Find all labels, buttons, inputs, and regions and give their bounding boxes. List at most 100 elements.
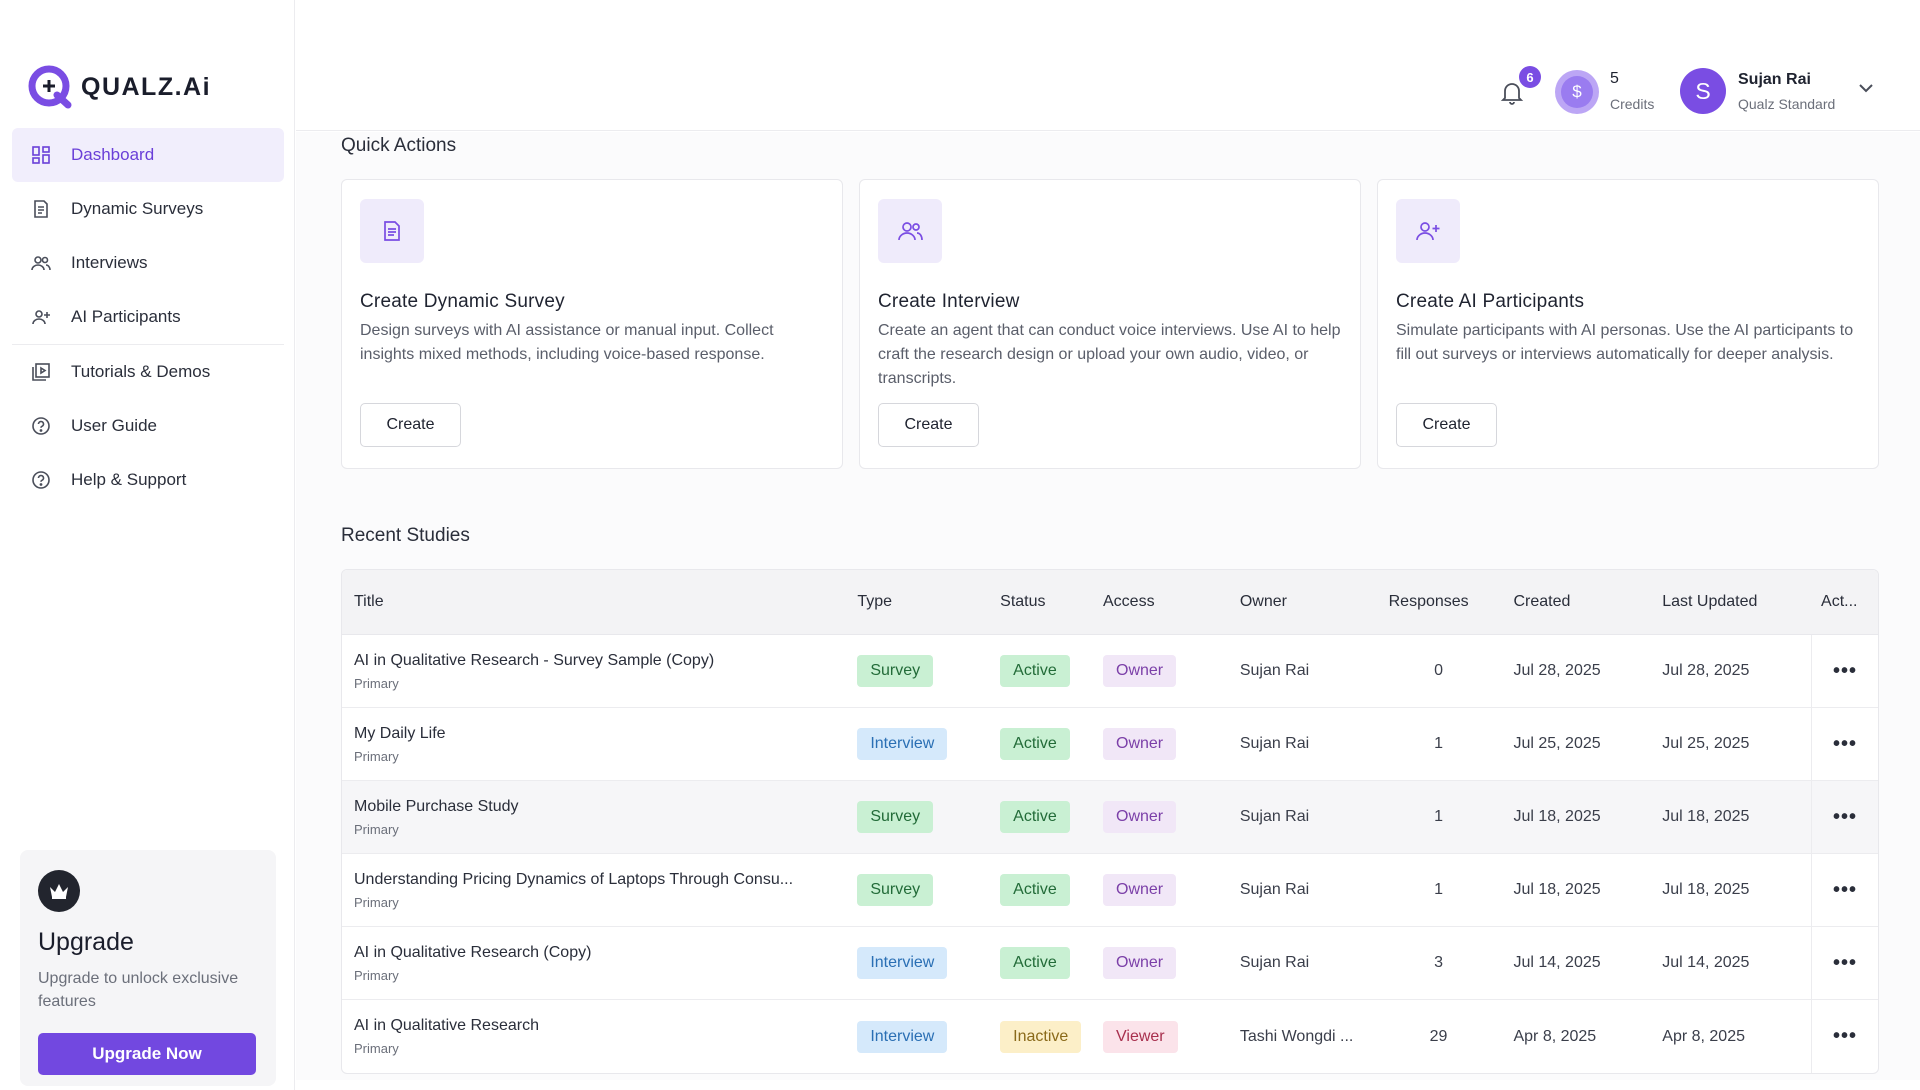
main-content: Quick Actions Create Dynamic Survey Desi… [296,132,1920,1080]
create-interview-button[interactable]: Create [878,403,979,447]
table-row[interactable]: AI in Qualitative Research (Copy)Primary… [342,927,1878,1000]
responses-count: 29 [1389,1028,1514,1046]
sidebar-item-label: Tutorials & Demos [71,362,210,382]
card-title: Create AI Participants [1396,291,1860,313]
brand-name: QUALZ.Ai [81,73,211,102]
sidebar-item-label: AI Participants [71,307,181,327]
access-badge: Owner [1103,655,1176,687]
study-title[interactable]: Understanding Pricing Dynamics of Laptop… [354,871,857,889]
more-actions-icon[interactable]: ••• [1833,660,1857,683]
status-badge: Active [1000,655,1070,687]
created-date: Apr 8, 2025 [1513,1028,1662,1046]
study-subtitle: Primary [354,676,857,691]
access-badge: Owner [1103,801,1176,833]
study-subtitle: Primary [354,822,857,837]
table-header: Title Type Status Access Owner Responses… [342,570,1878,635]
column-header-created[interactable]: Created [1513,593,1662,611]
quick-actions-title: Quick Actions [341,135,456,157]
sidebar-item-dynamic-surveys[interactable]: Dynamic Surveys [12,182,284,236]
sidebar-nav: Dashboard Dynamic Surveys Interviews AI … [12,128,284,507]
create-ai-participants-button[interactable]: Create [1396,403,1497,447]
table-row[interactable]: Mobile Purchase StudyPrimary Survey Acti… [342,781,1878,854]
access-badge: Viewer [1103,1021,1178,1053]
column-header-type[interactable]: Type [857,593,1000,611]
access-badge: Owner [1103,874,1176,906]
column-header-access[interactable]: Access [1103,593,1240,611]
type-badge: Interview [857,947,947,979]
type-badge: Interview [857,1021,947,1053]
more-actions-icon[interactable]: ••• [1833,952,1857,975]
sidebar: QUALZ.Ai Dashboard Dynamic Surveys Inter… [0,0,295,1090]
column-header-last-updated[interactable]: Last Updated [1662,593,1811,611]
video-library-icon [30,361,52,383]
study-subtitle: Primary [354,895,857,910]
quick-action-card-ai-participants: Create AI Participants Simulate particip… [1377,179,1879,469]
column-header-responses[interactable]: Responses [1389,593,1514,611]
card-description: Design surveys with AI assistance or man… [360,319,824,391]
card-title: Create Interview [878,291,1342,313]
updated-date: Jul 14, 2025 [1662,954,1811,972]
more-actions-icon[interactable]: ••• [1833,879,1857,902]
credits-value: 5 [1610,70,1619,88]
created-date: Jul 25, 2025 [1513,735,1662,753]
owner-name: Sujan Rai [1240,808,1389,826]
responses-count: 0 [1389,662,1514,680]
study-title[interactable]: AI in Qualitative Research (Copy) [354,944,857,962]
table-row[interactable]: My Daily LifePrimary Interview Active Ow… [342,708,1878,781]
document-icon [30,198,52,220]
sidebar-item-help-support[interactable]: Help & Support [12,453,284,507]
owner-name: Sujan Rai [1240,881,1389,899]
quick-action-card-survey: Create Dynamic Survey Design surveys wit… [341,179,843,469]
sidebar-item-label: Dashboard [71,145,154,165]
column-header-title[interactable]: Title [342,593,857,611]
table-row[interactable]: Understanding Pricing Dynamics of Laptop… [342,854,1878,927]
more-actions-icon[interactable]: ••• [1833,806,1857,829]
created-date: Jul 14, 2025 [1513,954,1662,972]
bell-icon[interactable] [1500,80,1524,111]
column-header-status[interactable]: Status [1000,593,1103,611]
sidebar-item-tutorials[interactable]: Tutorials & Demos [12,345,284,399]
study-title[interactable]: Mobile Purchase Study [354,798,857,816]
column-header-actions: Act... [1811,570,1878,634]
upgrade-title: Upgrade [38,928,258,957]
sidebar-item-user-guide[interactable]: User Guide [12,399,284,453]
help-circle-icon [30,469,52,491]
more-actions-icon[interactable]: ••• [1833,1025,1857,1048]
type-badge: Survey [857,874,933,906]
table-row[interactable]: AI in Qualitative Research Primary Interv… [342,1000,1878,1073]
status-badge: Active [1000,728,1070,760]
avatar[interactable]: S [1680,68,1726,114]
type-badge: Interview [857,728,947,760]
credits-coin-icon[interactable]: $ [1555,70,1599,114]
more-actions-icon[interactable]: ••• [1833,733,1857,756]
chevron-down-icon[interactable] [1858,80,1874,98]
upgrade-text: Upgrade to unlock exclusive features [38,967,258,1013]
access-badge: Owner [1103,947,1176,979]
owner-name: Sujan Rai [1240,662,1389,680]
sidebar-item-dashboard[interactable]: Dashboard [12,128,284,182]
notification-badge: 6 [1519,66,1541,88]
brand-logo[interactable]: QUALZ.Ai [27,64,211,110]
study-subtitle: Primary [354,1041,857,1056]
sidebar-item-label: User Guide [71,416,157,436]
type-badge: Survey [857,655,933,687]
recent-studies-table: Title Type Status Access Owner Responses… [341,569,1879,1074]
updated-date: Apr 8, 2025 [1662,1028,1811,1046]
updated-date: Jul 18, 2025 [1662,808,1811,826]
table-row[interactable]: AI in Qualitative Research - Survey Samp… [342,635,1878,708]
status-badge: Active [1000,874,1070,906]
dashboard-icon [30,144,52,166]
sidebar-item-interviews[interactable]: Interviews [12,236,284,290]
study-title[interactable]: AI in Qualitative Research [354,1017,857,1035]
create-survey-button[interactable]: Create [360,403,461,447]
upgrade-card: Upgrade Upgrade to unlock exclusive feat… [20,850,276,1086]
study-title[interactable]: My Daily Life [354,725,857,743]
column-header-owner[interactable]: Owner [1240,593,1389,611]
updated-date: Jul 18, 2025 [1662,881,1811,899]
upgrade-now-button[interactable]: Upgrade Now [38,1033,256,1075]
user-plus-icon [30,306,52,328]
responses-count: 1 [1389,808,1514,826]
study-title[interactable]: AI in Qualitative Research - Survey Samp… [354,652,857,670]
sidebar-item-ai-participants[interactable]: AI Participants [12,290,284,344]
type-badge: Survey [857,801,933,833]
